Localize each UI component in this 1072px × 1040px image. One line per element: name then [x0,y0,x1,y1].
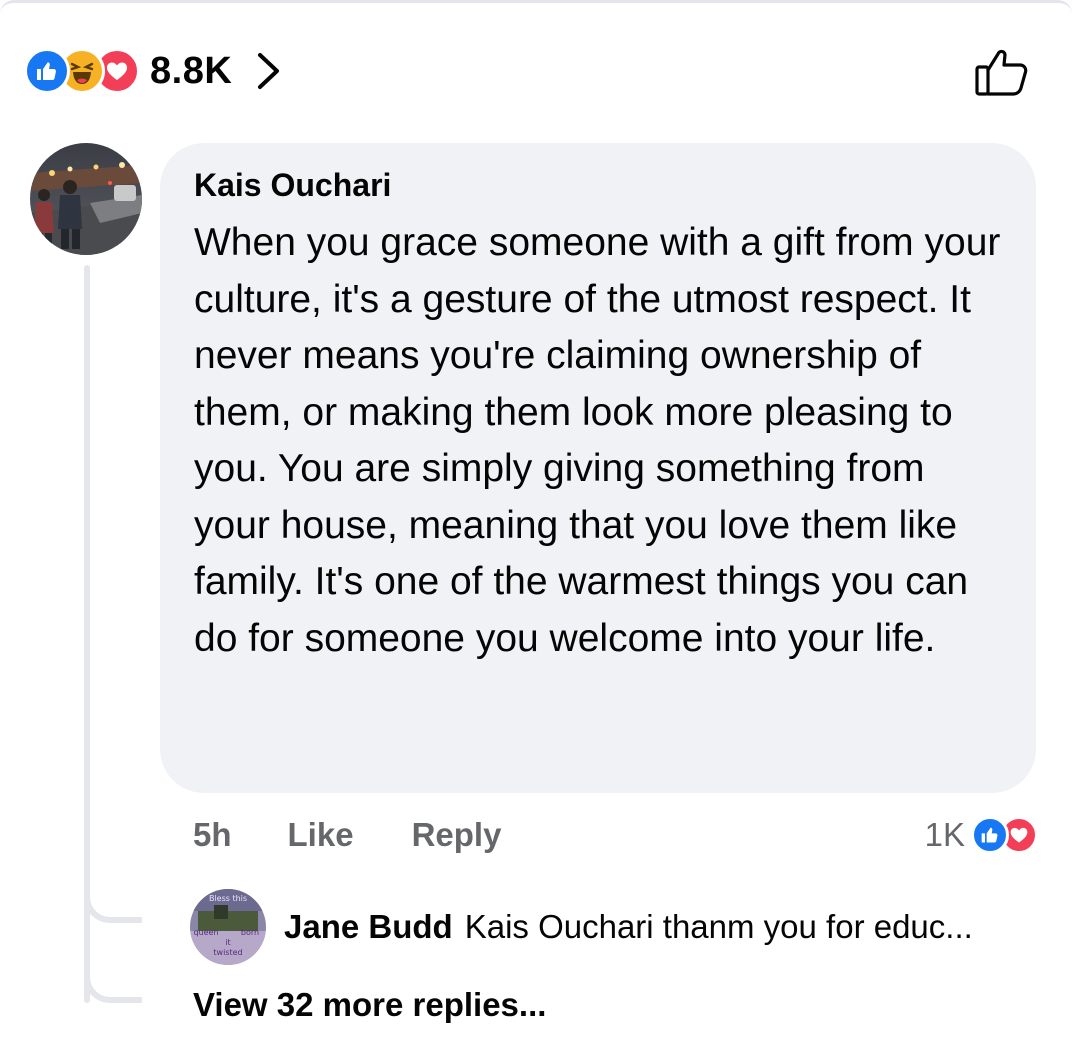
thumbs-up-icon[interactable] [972,41,1032,101]
comment-author[interactable]: Kais Ouchari [194,165,1002,205]
post-reaction-count: 8.8K [150,49,233,92]
reply-avatar-text: it [225,938,230,947]
reply-preview[interactable]: Jane Budd Kais Ouchari thanm you for edu… [284,899,973,955]
post-reaction-icons [24,48,140,94]
comment-thread-screen: 8.8K Kais Ouchari When you grace someone… [0,0,1072,1040]
post-reactions-summary[interactable]: 8.8K [24,43,282,99]
avatar[interactable] [30,143,142,255]
view-more-replies-link[interactable]: View 32 more replies... [193,979,546,1031]
reply-avatar-text: queen [193,928,218,937]
reply-avatar-text: twisted [213,948,242,957]
like-button[interactable]: Like [288,816,354,854]
comment-timestamp[interactable]: 5h [193,816,232,854]
comment-text: When you grace someone with a gift from … [194,221,1001,660]
comment-actions: 5h Like Reply [193,811,501,859]
reply-avatar[interactable]: Bless this queen born it twisted [190,889,266,965]
thread-branch [84,951,142,1003]
reply-text: Kais Ouchari thanm you for educ... [464,908,973,945]
like-icon [971,816,1009,854]
reply-button[interactable]: Reply [412,816,502,854]
chevron-right-icon [256,51,282,91]
comment-reactions[interactable]: 1K [925,811,1038,859]
reply-avatar-text: born [241,928,259,937]
like-icon [24,48,70,94]
comment-reaction-count: 1K [924,816,965,853]
comment-bubble: Kais Ouchari When you grace someone with… [160,143,1036,793]
reply-avatar-text: Bless this [209,894,247,903]
thread-branch [84,871,142,923]
reply-author: Jane Budd [284,908,453,945]
